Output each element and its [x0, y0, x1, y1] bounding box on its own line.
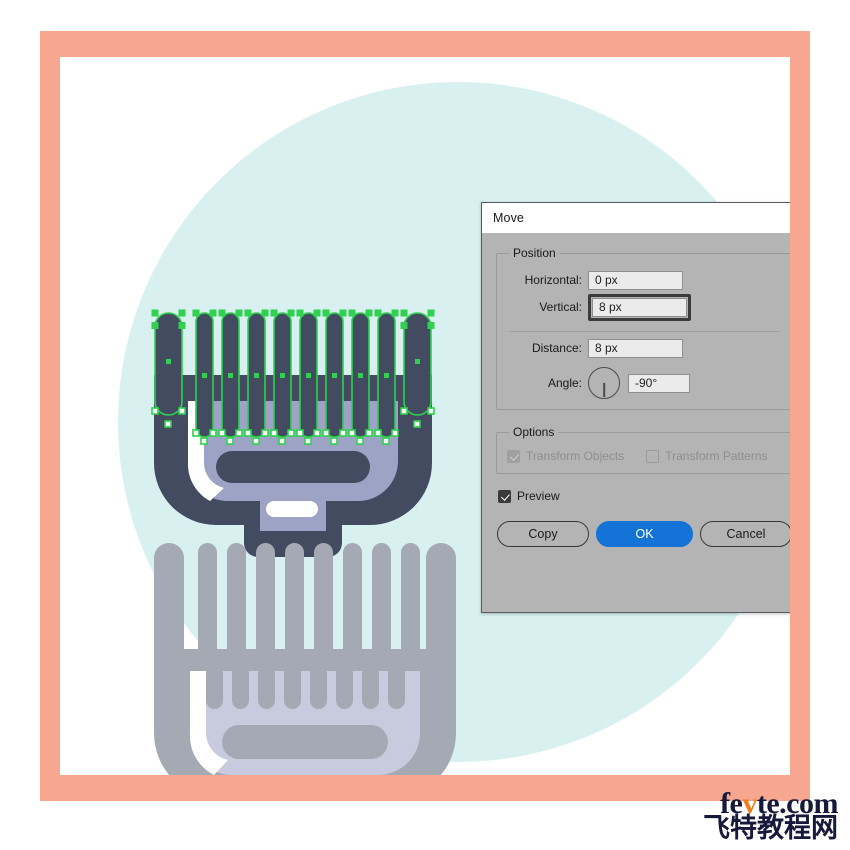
dialog-titlebar: Move [482, 203, 790, 233]
ok-button[interactable]: OK [596, 521, 693, 547]
vertical-input[interactable] [592, 297, 687, 317]
position-divider [509, 331, 780, 332]
angle-dial-icon[interactable] [588, 367, 620, 399]
distance-input[interactable] [588, 338, 683, 358]
comb-ghost-bar [222, 725, 388, 759]
dialog-title: Move [493, 211, 524, 225]
options-group: Options Transform Objects Transform Patt… [496, 425, 790, 474]
cancel-button[interactable]: Cancel [700, 521, 790, 547]
artboard-frame: Move Position Horizontal: Vertical: [40, 31, 810, 801]
transform-objects-label: Transform Objects [526, 449, 625, 463]
transform-patterns-label: Transform Patterns [665, 449, 768, 463]
comb-ghost-svg [154, 543, 456, 775]
options-checkbox-row: Transform Objects Transform Patterns [507, 449, 782, 463]
position-group-legend: Position [513, 246, 556, 260]
horizontal-label: Horizontal: [524, 273, 582, 287]
angle-field-row: Angle: [507, 367, 782, 399]
position-group: Position Horizontal: Vertical: Distance: [496, 246, 790, 410]
preview-label: Preview [517, 489, 560, 503]
comb-selected-svg [151, 309, 435, 557]
preview-checkbox[interactable] [498, 489, 511, 503]
vertical-label: Vertical: [539, 300, 582, 314]
angle-input[interactable] [628, 373, 690, 393]
comb-ghost-artwork[interactable] [150, 537, 460, 775]
vertical-field-row: Vertical: [507, 293, 782, 321]
transform-patterns-checkbox[interactable] [646, 449, 660, 463]
preview-row: Preview [498, 489, 790, 503]
move-dialog[interactable]: Move Position Horizontal: Vertical: [481, 202, 790, 613]
comb-selected-artwork[interactable] [148, 305, 438, 560]
canvas-area: Move Position Horizontal: Vertical: [60, 57, 790, 775]
distance-field-row: Distance: [507, 337, 782, 359]
options-group-legend: Options [513, 425, 555, 439]
vertical-input-focus-ring [588, 293, 691, 321]
comb-dark-bar [216, 451, 370, 483]
distance-label: Distance: [531, 341, 582, 355]
comb-slot-highlight [266, 501, 318, 517]
watermark-chinese: 飞特教程网 [703, 813, 838, 845]
copy-button[interactable]: Copy [497, 521, 589, 547]
horizontal-field-row: Horizontal: [507, 269, 782, 291]
dialog-button-row: Copy OK Cancel [496, 521, 790, 547]
dialog-body: Position Horizontal: Vertical: Distance: [482, 233, 790, 612]
watermark: fevte.com 飞特教程网 [703, 788, 839, 845]
angle-label: Angle: [547, 376, 582, 390]
transform-objects-checkbox[interactable] [507, 449, 520, 463]
horizontal-input[interactable] [588, 270, 683, 290]
